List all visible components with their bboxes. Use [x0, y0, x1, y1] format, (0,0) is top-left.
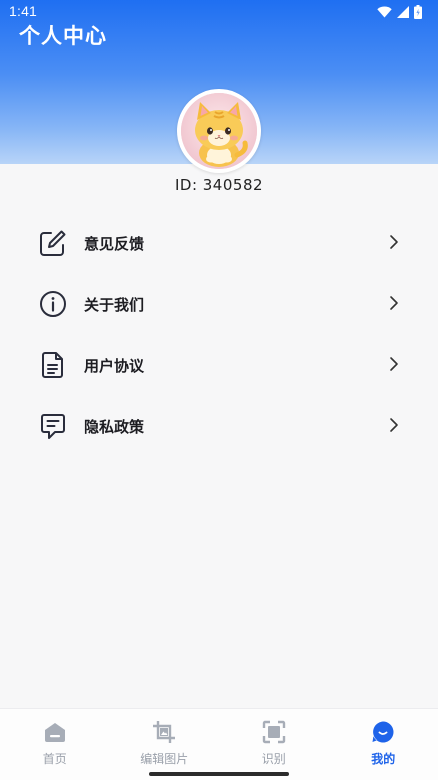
chevron-right-icon	[386, 417, 402, 433]
menu-item-label: 用户协议	[84, 355, 144, 376]
tab-label: 编辑图片	[110, 750, 220, 767]
battery-icon	[414, 5, 422, 19]
tab-mine[interactable]: 我的	[329, 709, 438, 780]
tab-label: 识别	[219, 750, 329, 767]
page-title: 个人中心	[19, 20, 107, 50]
menu-item-label: 意见反馈	[84, 233, 144, 254]
user-id: ID: 340582	[0, 176, 438, 194]
tab-label: 我的	[329, 750, 438, 767]
chevron-right-icon	[386, 356, 402, 372]
tab-edit-image[interactable]: 编辑图片	[110, 709, 220, 780]
avatar[interactable]	[177, 89, 261, 173]
menu-item-privacy-policy[interactable]: 隐私政策	[0, 395, 438, 456]
crop-image-icon	[152, 720, 176, 744]
status-icons	[377, 4, 422, 20]
bottom-tab-bar: 首页 编辑图片 识别 我的	[0, 708, 438, 780]
tab-label: 首页	[0, 750, 110, 767]
menu-item-label: 关于我们	[84, 294, 144, 315]
settings-menu: 意见反馈 关于我们 用户协议 隐私政策	[0, 212, 438, 456]
profile-icon	[371, 720, 395, 744]
scan-icon	[262, 720, 286, 744]
edit-icon	[38, 228, 68, 258]
tab-home[interactable]: 首页	[0, 709, 110, 780]
tab-recognize[interactable]: 识别	[219, 709, 329, 780]
document-icon	[38, 350, 68, 380]
menu-item-feedback[interactable]: 意见反馈	[0, 212, 438, 273]
status-time: 1:41	[9, 3, 37, 19]
menu-item-about[interactable]: 关于我们	[0, 273, 438, 334]
message-icon	[38, 411, 68, 441]
signal-icon	[397, 6, 409, 18]
menu-item-user-agreement[interactable]: 用户协议	[0, 334, 438, 395]
chevron-right-icon	[386, 295, 402, 311]
wifi-icon	[377, 6, 392, 18]
menu-item-label: 隐私政策	[84, 416, 144, 437]
home-indicator	[149, 772, 289, 776]
home-icon	[43, 720, 67, 744]
info-icon	[38, 289, 68, 319]
cat-avatar	[181, 93, 257, 169]
chevron-right-icon	[386, 234, 402, 250]
